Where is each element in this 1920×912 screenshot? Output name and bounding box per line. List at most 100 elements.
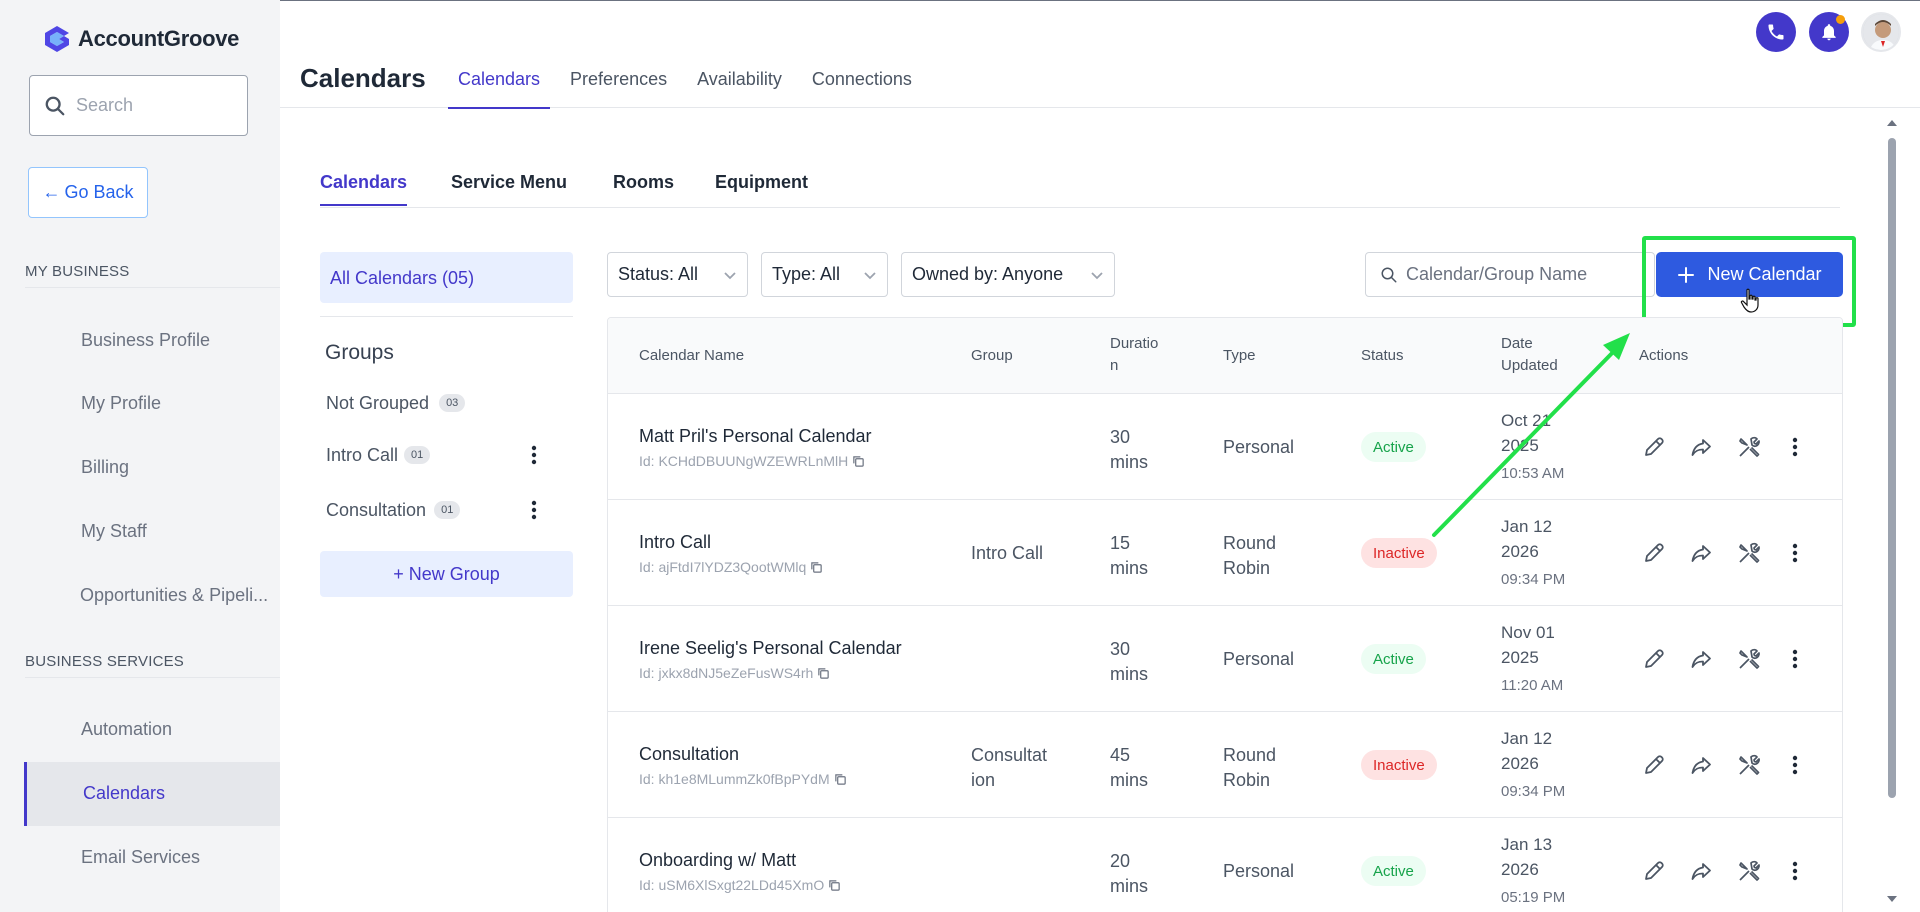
- row-menu-button[interactable]: [1780, 538, 1810, 568]
- phone-button[interactable]: [1756, 12, 1796, 52]
- date-updated-cell: Jan 12 2026 09:34 PM: [1501, 514, 1565, 592]
- copy-icon[interactable]: [852, 455, 865, 468]
- status-filter-dropdown[interactable]: Status: All: [607, 252, 748, 297]
- calendar-name-link[interactable]: Intro Call: [639, 532, 711, 553]
- edit-button[interactable]: [1639, 750, 1669, 780]
- duration-unit: mins: [1110, 664, 1149, 684]
- edit-button[interactable]: [1639, 856, 1669, 886]
- group-menu-button[interactable]: [524, 440, 544, 470]
- settings-tools-button[interactable]: [1734, 856, 1764, 886]
- group-item-intro-call[interactable]: Intro Call 01: [326, 440, 546, 470]
- sidebar-item-opportunities[interactable]: Opportunities & Pipeli...: [80, 585, 268, 606]
- group-cell-line1: Intro Call: [971, 543, 1044, 563]
- calendar-id-text: Id: uSM6XlSxgt22LDd45XmO: [639, 877, 825, 893]
- table-row[interactable]: Matt Pril's Personal Calendar Id: KCHdDBU…: [608, 394, 1842, 500]
- divider: [25, 677, 280, 678]
- scroll-thumb[interactable]: [1888, 138, 1896, 798]
- date-updated-cell: Oct 21 2025 10:53 AM: [1501, 408, 1564, 486]
- sidebar-item-my-staff[interactable]: My Staff: [81, 521, 147, 542]
- all-calendars-filter[interactable]: All Calendars (05): [320, 252, 573, 303]
- calendar-search[interactable]: [1365, 252, 1655, 297]
- calendar-name-link[interactable]: Matt Pril's Personal Calendar: [639, 426, 872, 447]
- table-row[interactable]: Consultation Id: kh1e8MLummZk0fBpPYdM Cons…: [608, 712, 1842, 818]
- go-back-button[interactable]: ← Go Back: [28, 167, 148, 218]
- more-vertical-icon: [1792, 649, 1798, 669]
- edit-button[interactable]: [1639, 644, 1669, 674]
- subtab-rooms[interactable]: Rooms: [613, 172, 674, 193]
- divider: [25, 287, 280, 288]
- share-arrow-icon: [1691, 439, 1711, 456]
- column-header-calendar-name[interactable]: Calendar Name: [639, 345, 744, 367]
- share-button[interactable]: [1686, 538, 1716, 568]
- calendar-search-input[interactable]: [1406, 264, 1636, 285]
- table-row[interactable]: Irene Seelig's Personal Calendar Id: jxkx…: [608, 606, 1842, 712]
- settings-tools-button[interactable]: [1734, 750, 1764, 780]
- subtab-calendars[interactable]: Calendars: [320, 172, 408, 206]
- edit-button[interactable]: [1639, 538, 1669, 568]
- share-button[interactable]: [1686, 432, 1716, 462]
- calendar-name-link[interactable]: Irene Seelig's Personal Calendar: [639, 638, 902, 659]
- duration-cell: 15 mins: [1110, 531, 1148, 581]
- column-header-date-updated[interactable]: Date Updated: [1501, 333, 1558, 377]
- header-tabs: Calendars Preferences Availability Conne…: [448, 69, 932, 109]
- table-row[interactable]: Intro Call Id: ajFtdI7lYDZ3QootWMlq Intro …: [608, 500, 1842, 606]
- status-badge: Active: [1361, 432, 1426, 462]
- sidebar-item-my-profile[interactable]: My Profile: [81, 393, 161, 414]
- app-logo[interactable]: AccountGroove: [42, 24, 239, 54]
- share-arrow-icon: [1691, 651, 1711, 668]
- status-badge: Inactive: [1361, 750, 1437, 780]
- chevron-down-icon: [1091, 271, 1103, 279]
- calendar-name-link[interactable]: Consultation: [639, 744, 739, 765]
- column-header-status[interactable]: Status: [1361, 345, 1404, 367]
- type-cell: Personal: [1223, 859, 1294, 884]
- arrow-left-icon: ←: [42, 182, 61, 202]
- share-button[interactable]: [1686, 856, 1716, 886]
- row-menu-button[interactable]: [1780, 750, 1810, 780]
- tab-availability[interactable]: Availability: [687, 69, 792, 107]
- tab-calendars[interactable]: Calendars: [448, 69, 551, 109]
- group-item-consultation[interactable]: Consultation 01: [326, 495, 546, 525]
- group-cell-line2: ion: [971, 770, 996, 790]
- settings-tools-button[interactable]: [1734, 538, 1764, 568]
- owner-filter-dropdown[interactable]: Owned by: Anyone: [901, 252, 1115, 297]
- subtab-service-menu[interactable]: Service Menu: [451, 172, 567, 193]
- notifications-button[interactable]: [1809, 12, 1849, 52]
- sidebar-item-business-profile[interactable]: Business Profile: [81, 330, 210, 351]
- column-header-duration[interactable]: Duratio n: [1110, 333, 1158, 377]
- row-menu-button[interactable]: [1780, 856, 1810, 886]
- settings-tools-button[interactable]: [1734, 644, 1764, 674]
- sidebar-item-calendars[interactable]: Calendars: [24, 762, 280, 826]
- sidebar-item-billing[interactable]: Billing: [81, 457, 129, 478]
- duration-value: 20: [1110, 851, 1131, 871]
- group-menu-button[interactable]: [524, 495, 544, 525]
- column-header-type[interactable]: Type: [1223, 345, 1256, 367]
- column-header-group[interactable]: Group: [971, 345, 1013, 367]
- calendar-name-link[interactable]: Onboarding w/ Matt: [639, 850, 796, 871]
- sidebar-item-email-services[interactable]: Email Services: [81, 847, 200, 868]
- type-filter-dropdown[interactable]: Type: All: [761, 252, 888, 297]
- copy-icon[interactable]: [817, 667, 830, 680]
- row-menu-button[interactable]: [1780, 644, 1810, 674]
- go-back-label: Go Back: [64, 182, 134, 202]
- copy-icon[interactable]: [828, 879, 841, 892]
- share-button[interactable]: [1686, 644, 1716, 674]
- sidebar-search[interactable]: [29, 75, 248, 136]
- sidebar-search-input[interactable]: [76, 95, 216, 116]
- copy-icon[interactable]: [834, 773, 847, 786]
- tab-connections[interactable]: Connections: [802, 69, 922, 107]
- group-name: Not Grouped: [326, 392, 430, 413]
- new-group-button[interactable]: + New Group: [320, 551, 573, 597]
- subtab-equipment[interactable]: Equipment: [715, 172, 808, 193]
- table-row[interactable]: Onboarding w/ Matt Id: uSM6XlSxgt22LDd45X…: [608, 818, 1842, 912]
- sidebar-item-automation[interactable]: Automation: [81, 719, 172, 740]
- group-item-not-grouped[interactable]: Not Grouped 03: [326, 388, 546, 418]
- avatar[interactable]: [1861, 12, 1901, 52]
- share-button[interactable]: [1686, 750, 1716, 780]
- calendar-id-text: Id: jxkx8dNJ5eZeFusWS4rh: [639, 665, 814, 681]
- copy-icon[interactable]: [810, 561, 823, 574]
- page-scrollbar[interactable]: [1886, 118, 1898, 908]
- edit-button[interactable]: [1639, 432, 1669, 462]
- tab-preferences[interactable]: Preferences: [560, 69, 677, 107]
- settings-tools-button[interactable]: [1734, 432, 1764, 462]
- row-menu-button[interactable]: [1780, 432, 1810, 462]
